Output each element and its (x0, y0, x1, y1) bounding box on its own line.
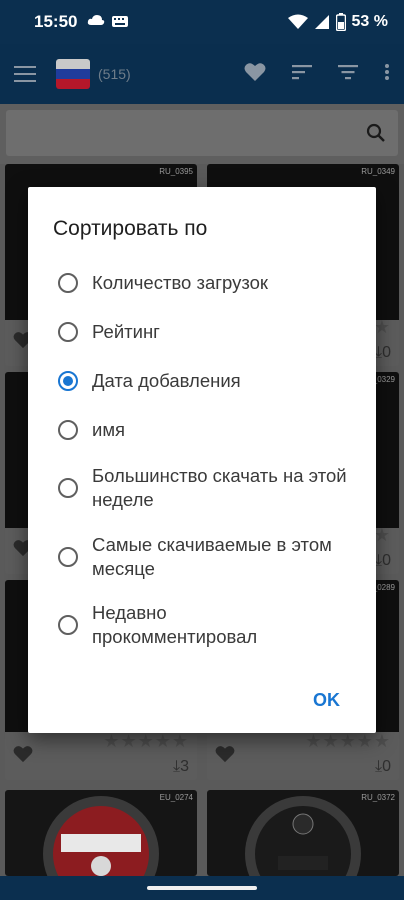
watchface-count: (515) (98, 66, 131, 82)
radio-button[interactable] (58, 420, 78, 440)
home-handle[interactable] (147, 886, 257, 890)
option-label: Рейтинг (92, 321, 160, 342)
option-label: имя (92, 419, 126, 440)
option-label: Самые скачиваемые в этом месяце (92, 534, 332, 579)
battery-icon (335, 13, 346, 31)
rating-stars: ★★★★★ (103, 731, 189, 751)
favorite-icon[interactable] (13, 745, 33, 768)
sort-option-month[interactable]: Самые скачиваемые в этом месяце (58, 533, 358, 581)
sort-option-commented[interactable]: Недавно прокомментировал (58, 601, 358, 649)
radio-button[interactable] (58, 615, 78, 635)
favorite-icon[interactable] (215, 745, 235, 768)
keyboard-icon (111, 13, 129, 32)
download-count: ⤓0 (375, 552, 391, 569)
navigation-bar (0, 876, 404, 900)
search-area (0, 104, 404, 164)
option-label: Количество загрузок (92, 272, 268, 293)
status-time: 15:50 (34, 12, 78, 31)
filter-icon[interactable] (338, 64, 358, 85)
rating-stars: ★ (373, 317, 391, 337)
sort-option-rating[interactable]: Рейтинг (58, 320, 358, 344)
download-count: ⤓3 (173, 758, 189, 775)
sort-dialog: Сортировать по Количество загрузок Рейти… (28, 187, 376, 733)
sort-icon[interactable] (292, 64, 312, 85)
radio-button[interactable] (58, 547, 78, 567)
watch-preview (238, 794, 368, 876)
watchface-code: RU_0349 (361, 167, 395, 176)
ok-button[interactable]: OK (313, 690, 340, 711)
radio-button[interactable] (58, 478, 78, 498)
wifi-icon (287, 14, 308, 30)
menu-icon[interactable] (14, 66, 36, 82)
option-label: Недавно прокомментировал (92, 602, 258, 647)
flag-russia[interactable] (56, 59, 90, 89)
sort-option-name[interactable]: имя (58, 418, 358, 442)
download-count: ⤓0 (375, 344, 391, 361)
radio-button-selected[interactable] (58, 371, 78, 391)
dialog-title: Сортировать по (53, 217, 208, 240)
radio-button[interactable] (58, 273, 78, 293)
sort-option-downloads[interactable]: Количество загрузок (58, 271, 358, 295)
favorite-icon[interactable] (244, 62, 266, 87)
watchface-card[interactable]: RU_0372 (207, 790, 399, 876)
sort-option-date-added[interactable]: Дата добавления (58, 369, 358, 393)
watch-preview (36, 794, 166, 876)
rating-stars: ★★★★★ (305, 731, 391, 751)
search-input[interactable] (6, 110, 398, 156)
cloud-icon (87, 13, 105, 32)
download-count: ⤓0 (375, 758, 391, 775)
status-bar: 15:50 53 % (0, 0, 404, 44)
more-icon[interactable] (384, 63, 390, 86)
app-bar: (515) (0, 44, 404, 104)
sort-option-week[interactable]: Большинство скачать на этой неделе (58, 464, 358, 512)
radio-button[interactable] (58, 322, 78, 342)
watchface-code: RU_0395 (159, 167, 193, 176)
signal-icon (314, 14, 330, 30)
option-label: Дата добавления (92, 370, 241, 391)
battery-percent: 53 % (351, 13, 388, 30)
rating-stars: ★ (373, 525, 391, 545)
search-icon[interactable] (366, 123, 386, 148)
option-label: Большинство скачать на этой неделе (92, 465, 347, 510)
watchface-card[interactable]: EU_0274 (5, 790, 197, 876)
